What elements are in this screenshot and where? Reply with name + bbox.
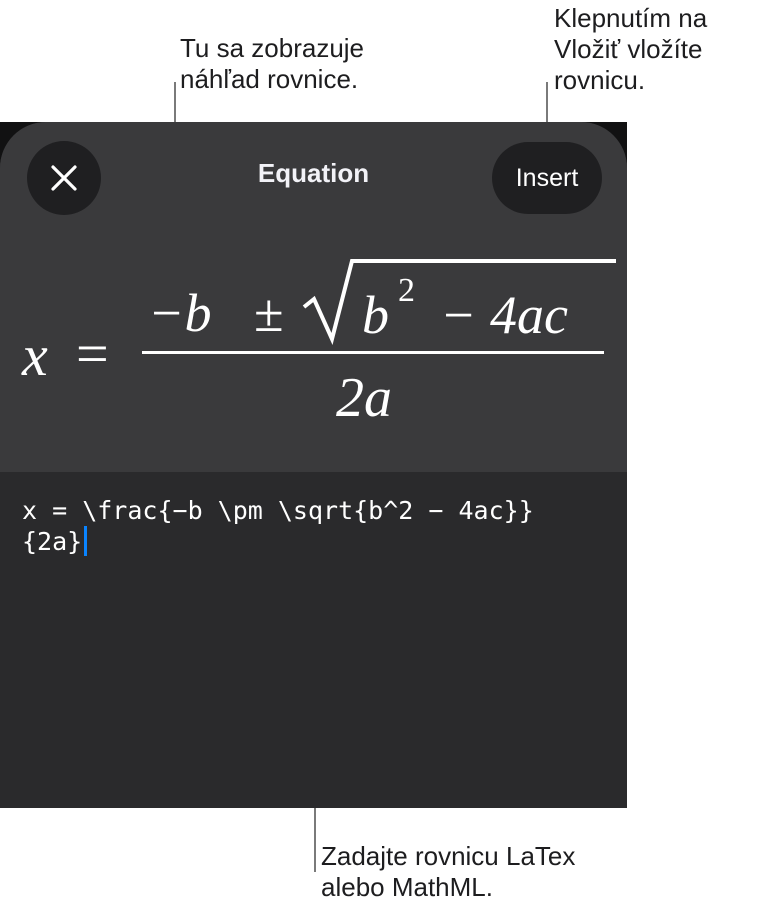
preview-callout-line-1: Tu sa zobrazuje bbox=[180, 33, 365, 63]
insert-button[interactable]: Insert bbox=[492, 142, 602, 214]
numerator-plus-minus: ± bbox=[254, 283, 284, 343]
insert-callout-line-2: Vložiť vložíte bbox=[554, 34, 703, 64]
radicand-b: b bbox=[362, 285, 389, 345]
editor-callout-line-2: alebo MathML. bbox=[321, 872, 493, 902]
latex-input[interactable]: x = \frac{−b \pm \sqrt{b^2 − 4ac}} {2a} bbox=[22, 496, 534, 557]
insert-callout: Klepnutím na Vložiť vložíte rovnicu. bbox=[554, 3, 707, 96]
preview-callout-line-2: náhľad rovnice. bbox=[180, 64, 359, 94]
equation-sheet: Equation Insert x = −b ± b 2 − 4ac 2a x bbox=[0, 122, 627, 808]
insert-callout-line-1: Klepnutím na bbox=[554, 3, 708, 33]
editor-callout-line-1: Zadajte rovnicu LaTex bbox=[321, 841, 576, 871]
latex-editor[interactable]: x = \frac{−b \pm \sqrt{b^2 − 4ac}} {2a} bbox=[0, 472, 627, 808]
latex-line-1: x = \frac{−b \pm \sqrt{b^2 − 4ac}} bbox=[22, 496, 534, 525]
equation-preview: Equation Insert x = −b ± b 2 − 4ac 2a bbox=[0, 122, 627, 472]
device-screen: Equation Insert x = −b ± b 2 − 4ac 2a x bbox=[0, 122, 627, 808]
fraction-bar bbox=[142, 351, 604, 354]
equation-equals-sign: = bbox=[76, 321, 109, 386]
text-caret bbox=[84, 526, 88, 556]
latex-line-2: {2a} bbox=[22, 526, 534, 557]
latex-line-2-text: {2a} bbox=[22, 527, 83, 556]
equation-lhs-variable: x bbox=[22, 323, 48, 388]
insert-callout-line-3: rovnicu. bbox=[554, 65, 646, 95]
radicand-rest: − 4ac bbox=[440, 285, 568, 345]
equation-denominator: 2a bbox=[336, 367, 392, 429]
radicand-exponent: 2 bbox=[398, 272, 415, 309]
numerator-neg-b: −b bbox=[148, 283, 212, 343]
preview-callout: Tu sa zobrazuje náhľad rovnice. bbox=[180, 33, 364, 95]
editor-callout: Zadajte rovnicu LaTex alebo MathML. bbox=[321, 841, 575, 903]
